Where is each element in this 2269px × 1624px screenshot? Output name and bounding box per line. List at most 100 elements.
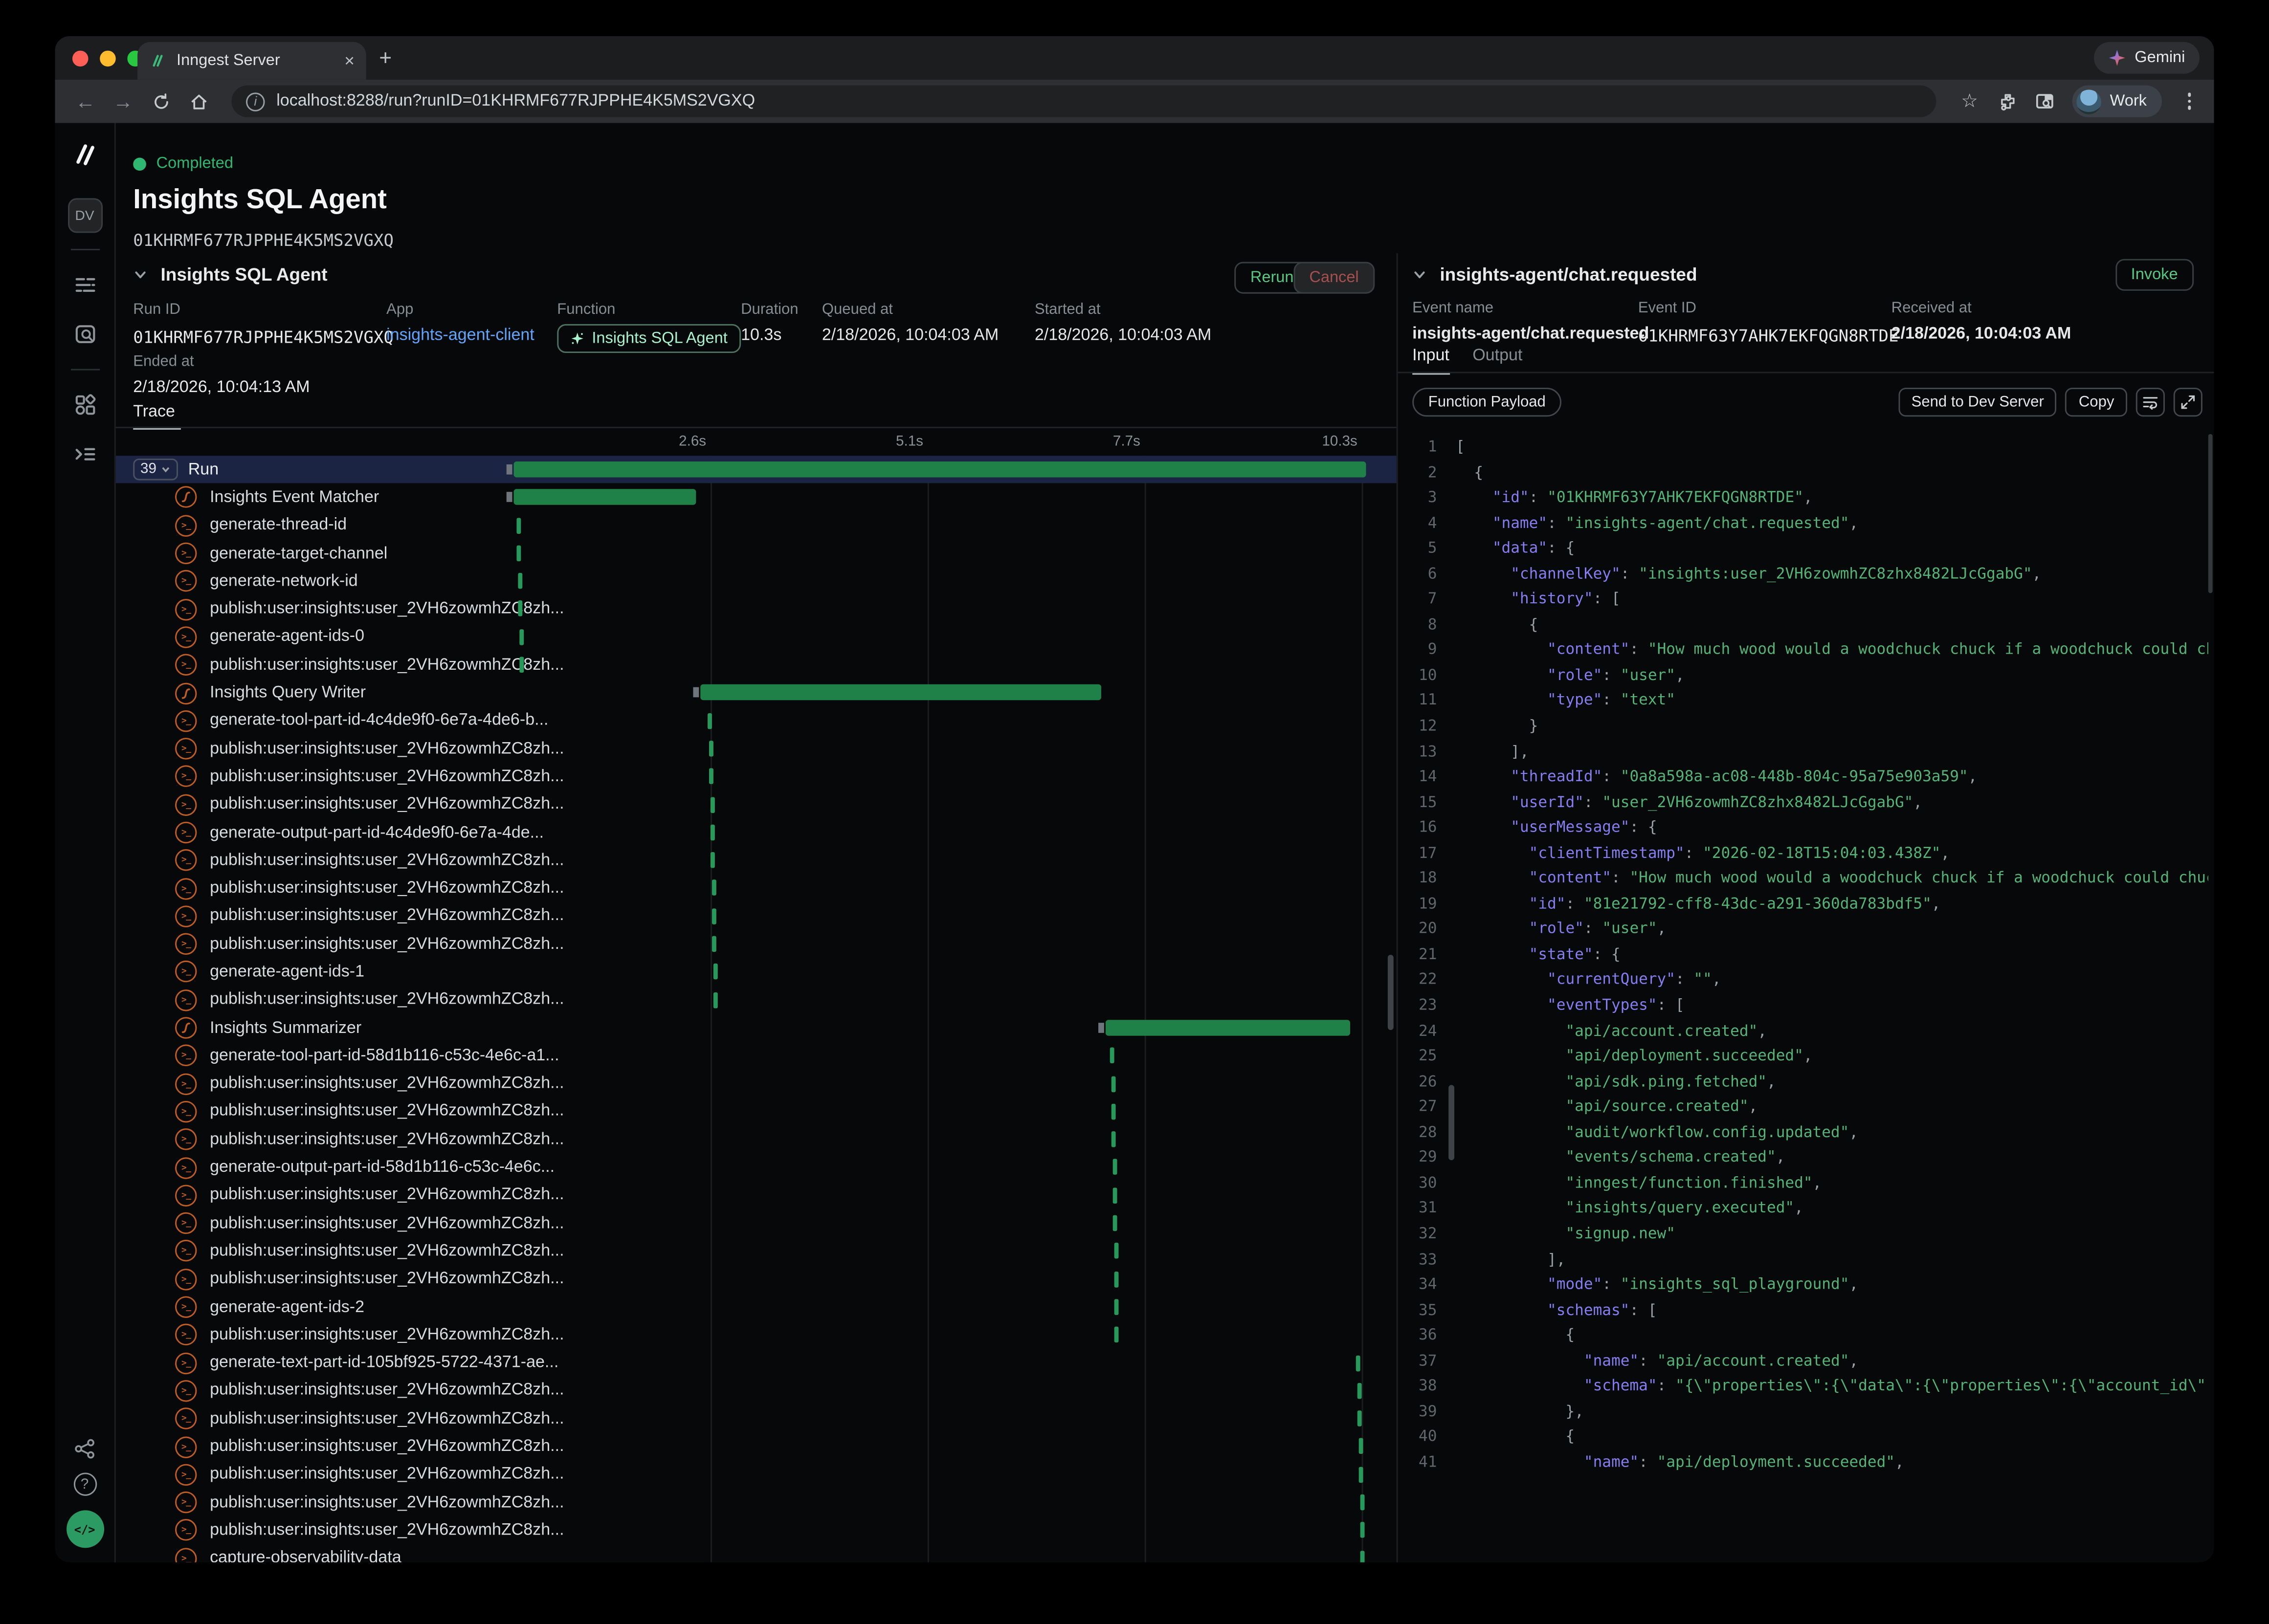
trace-row[interactable]: >_publish:user:insights:user_2VH6zowmhZC… bbox=[116, 1126, 1397, 1154]
event-header[interactable]: insights-agent/chat.requested bbox=[1412, 265, 1697, 285]
run-field[interactable]: FunctionInsights SQL Agent bbox=[557, 301, 740, 353]
duration-tick bbox=[1357, 1410, 1362, 1426]
tab-trace[interactable]: Trace bbox=[133, 404, 175, 430]
trace-row[interactable]: >_generate-agent-ids-2 bbox=[116, 1293, 1397, 1321]
trace-row[interactable]: Insights Event Matcher bbox=[116, 483, 1397, 511]
line-number: 11 bbox=[1398, 689, 1437, 715]
forward-icon[interactable]: → bbox=[107, 86, 139, 117]
trace-row[interactable]: >_publish:user:insights:user_2VH6zowmhZC… bbox=[116, 1070, 1397, 1097]
panel-scrollbar-thumb[interactable] bbox=[1388, 955, 1394, 1030]
trace-row[interactable]: >_publish:user:insights:user_2VH6zowmhZC… bbox=[116, 986, 1397, 1014]
function-badge[interactable]: Insights SQL Agent bbox=[557, 324, 740, 353]
trace-row[interactable]: >_publish:user:insights:user_2VH6zowmhZC… bbox=[116, 930, 1397, 958]
trace-row[interactable]: >_publish:user:insights:user_2VH6zowmhZC… bbox=[116, 1489, 1397, 1516]
tab-close-icon[interactable]: × bbox=[344, 52, 355, 70]
extensions-icon[interactable] bbox=[1991, 86, 2023, 117]
trace-row-label: Insights Query Writer bbox=[210, 684, 366, 702]
children-count-toggle[interactable]: 39 bbox=[133, 459, 178, 480]
profile-label: Work bbox=[2110, 92, 2147, 110]
browser-profile-chip[interactable]: Work bbox=[2072, 86, 2161, 117]
trace-row[interactable]: >_publish:user:insights:user_2VH6zowmhZC… bbox=[116, 1516, 1397, 1544]
trace-row[interactable]: >_publish:user:insights:user_2VH6zowmhZC… bbox=[116, 1405, 1397, 1433]
browser-window: Inngest Server × + Gemini ← → bbox=[55, 36, 2214, 1562]
run-field-value[interactable]: insights-agent-client bbox=[386, 327, 534, 345]
function-payload-button[interactable]: Function Payload bbox=[1412, 388, 1561, 417]
payload-json-viewer[interactable]: 1[2 {3 "id": "01KHRMF63Y7AHK7EKFQGN8RTDE… bbox=[1398, 428, 2208, 1562]
sidebar-item-insights[interactable] bbox=[66, 315, 104, 353]
trace-row[interactable]: >_publish:user:insights:user_2VH6zowmhZC… bbox=[116, 790, 1397, 818]
tab-search-icon[interactable] bbox=[2029, 86, 2061, 117]
close-window-button[interactable] bbox=[72, 50, 89, 66]
help-icon[interactable]: ? bbox=[73, 1472, 96, 1495]
trace-row[interactable]: >_publish:user:insights:user_2VH6zowmhZC… bbox=[116, 1209, 1397, 1237]
trace-row[interactable]: >_generate-agent-ids-0 bbox=[116, 623, 1397, 651]
sidebar-item-runs[interactable] bbox=[66, 266, 104, 304]
trace-row[interactable]: >_generate-output-part-id-58d1b116-c53c-… bbox=[116, 1154, 1397, 1182]
trace-row[interactable]: >_publish:user:insights:user_2VH6zowmhZC… bbox=[116, 1265, 1397, 1293]
reload-icon[interactable] bbox=[145, 86, 177, 117]
run-field[interactable]: Appinsights-agent-client bbox=[386, 301, 534, 345]
trace-row[interactable]: Insights Query Writer bbox=[116, 679, 1397, 707]
line-number: 39 bbox=[1398, 1400, 1437, 1426]
bookmark-star-icon[interactable]: ☆ bbox=[1954, 86, 1985, 117]
page-run-id: 01KHRMF677RJPPHE4K5MS2VGXQ bbox=[133, 230, 394, 250]
trace-row[interactable]: >_generate-output-part-id-4c4de9f0-6e7a-… bbox=[116, 818, 1397, 846]
site-info-icon[interactable]: i bbox=[246, 92, 265, 110]
trace-row[interactable]: >_generate-target-channel bbox=[116, 539, 1397, 567]
trace-row[interactable]: >_publish:user:insights:user_2VH6zowmhZC… bbox=[116, 735, 1397, 763]
home-icon[interactable] bbox=[182, 86, 214, 117]
trace-row[interactable]: Insights Summarizer bbox=[116, 1014, 1397, 1042]
sidebar-item-functions[interactable] bbox=[66, 436, 104, 473]
trace-row[interactable]: >_capture-observability-data bbox=[116, 1544, 1397, 1562]
trace-row[interactable]: >_publish:user:insights:user_2VH6zowmhZC… bbox=[116, 763, 1397, 790]
trace-row[interactable]: >_publish:user:insights:user_2VH6zowmhZC… bbox=[116, 1182, 1397, 1209]
trace-row[interactable]: >_publish:user:insights:user_2VH6zowmhZC… bbox=[116, 1321, 1397, 1349]
gemini-sparkle-icon bbox=[2109, 49, 2126, 67]
trace-row-label: generate-tool-part-id-58d1b116-c53c-4e6c… bbox=[210, 1047, 559, 1065]
trace-row[interactable]: >_generate-network-id bbox=[116, 568, 1397, 595]
new-tab-button[interactable]: + bbox=[379, 46, 392, 71]
sidebar-item-apps[interactable] bbox=[66, 386, 104, 424]
trace-row[interactable]: >_publish:user:insights:user_2VH6zowmhZC… bbox=[116, 902, 1397, 930]
trace-row[interactable]: >_generate-text-part-id-105bf925-5722-43… bbox=[116, 1349, 1397, 1377]
trace-row[interactable]: >_generate-thread-id bbox=[116, 511, 1397, 539]
trace-row-run[interactable]: 39Run bbox=[116, 456, 1397, 483]
timeline-tick-label: 5.1s bbox=[842, 434, 923, 450]
workspace-badge[interactable]: DV bbox=[67, 198, 102, 233]
share-icon[interactable] bbox=[66, 1429, 104, 1467]
trace-row[interactable]: >_generate-agent-ids-1 bbox=[116, 958, 1397, 986]
invoke-button[interactable]: Invoke bbox=[2115, 259, 2194, 291]
event-meta-label: Event name bbox=[1412, 300, 1649, 317]
browser-tab[interactable]: Inngest Server × bbox=[137, 42, 366, 80]
trace-row[interactable]: >_publish:user:insights:user_2VH6zowmhZC… bbox=[116, 595, 1397, 623]
code-scrollbar-thumb[interactable] bbox=[2208, 434, 2213, 593]
tab-output[interactable]: Output bbox=[1472, 347, 1522, 374]
trace-row[interactable]: >_publish:user:insights:user_2VH6zowmhZC… bbox=[116, 875, 1397, 902]
minimize-window-button[interactable] bbox=[100, 50, 116, 66]
send-to-dev-server-button[interactable]: Send to Dev Server bbox=[1898, 388, 2057, 417]
line-number: 41 bbox=[1398, 1451, 1437, 1476]
trace-row[interactable]: >_publish:user:insights:user_2VH6zowmhZC… bbox=[116, 1433, 1397, 1461]
cancel-button[interactable]: Cancel bbox=[1293, 262, 1375, 294]
word-wrap-icon[interactable] bbox=[2136, 388, 2165, 417]
inngest-logo-icon[interactable] bbox=[70, 140, 99, 176]
browser-menu-icon[interactable] bbox=[2179, 93, 2200, 110]
address-bar[interactable]: i localhost:8288/run?runID=01KHRMF677RJP… bbox=[231, 86, 1936, 117]
copy-button[interactable]: Copy bbox=[2066, 388, 2127, 417]
dev-tools-button[interactable]: </> bbox=[66, 1510, 104, 1548]
trace-row[interactable]: >_publish:user:insights:user_2VH6zowmhZC… bbox=[116, 651, 1397, 679]
trace-row[interactable]: >_publish:user:insights:user_2VH6zowmhZC… bbox=[116, 1377, 1397, 1405]
expand-icon[interactable] bbox=[2174, 388, 2202, 417]
trace-row[interactable]: >_generate-tool-part-id-4c4de9f0-6e7a-4d… bbox=[116, 707, 1397, 735]
gemini-badge[interactable]: Gemini bbox=[2094, 42, 2200, 74]
tabs-divider bbox=[1398, 372, 2214, 373]
trace-row[interactable]: >_generate-tool-part-id-58d1b116-c53c-4e… bbox=[116, 1042, 1397, 1070]
trace-row[interactable]: >_publish:user:insights:user_2VH6zowmhZC… bbox=[116, 847, 1397, 875]
trace-row[interactable]: >_publish:user:insights:user_2VH6zowmhZC… bbox=[116, 1098, 1397, 1126]
run-section-header[interactable]: Insights SQL Agent bbox=[133, 265, 327, 285]
tab-input[interactable]: Input bbox=[1412, 347, 1449, 374]
trace-row[interactable]: >_publish:user:insights:user_2VH6zowmhZC… bbox=[116, 1237, 1397, 1265]
trace-row[interactable]: >_publish:user:insights:user_2VH6zowmhZC… bbox=[116, 1461, 1397, 1489]
back-icon[interactable]: ← bbox=[69, 86, 101, 117]
line-number: 26 bbox=[1398, 1070, 1437, 1096]
